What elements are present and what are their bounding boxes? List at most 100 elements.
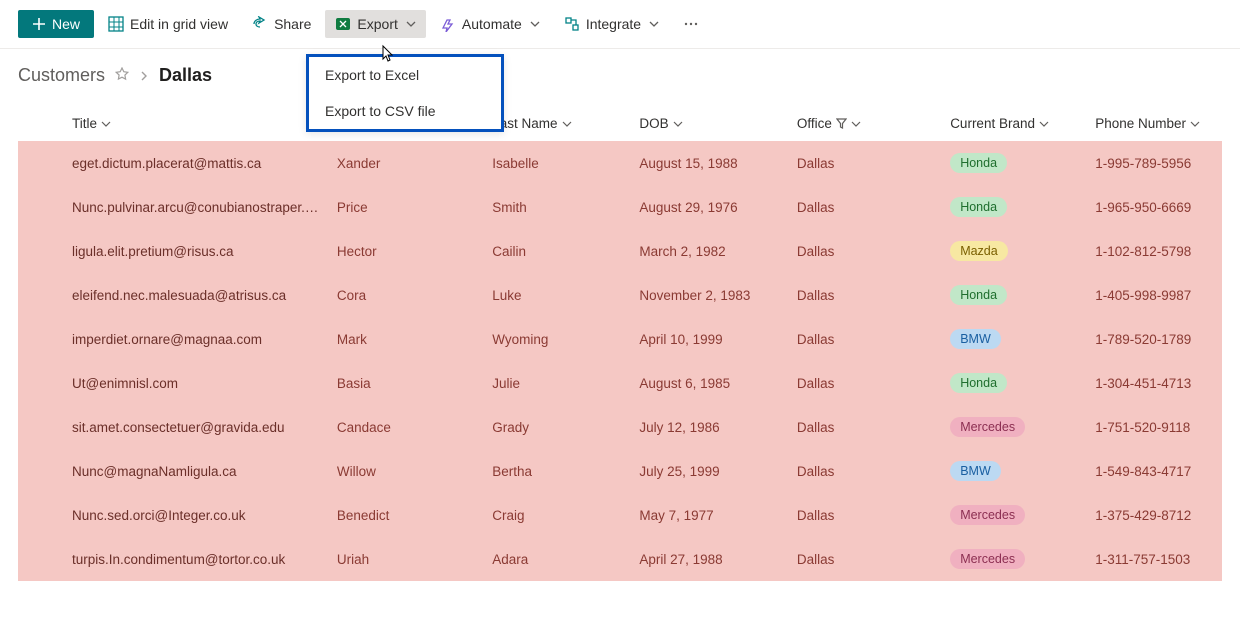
cell-dob: April 10, 1999 <box>631 317 788 361</box>
cell-dob: April 27, 1988 <box>631 537 788 581</box>
plus-icon <box>32 17 46 31</box>
cell-title[interactable]: turpis.In.condimentum@tortor.co.uk <box>18 537 329 581</box>
chevron-down-icon <box>1190 119 1200 129</box>
integrate-label: Integrate <box>586 16 641 32</box>
cell-office: Dallas <box>789 449 942 493</box>
cell-brand: BMW <box>942 449 1087 493</box>
cell-brand: Honda <box>942 141 1087 185</box>
table-row[interactable]: eleifend.nec.malesuada@atrisus.caCoraLuk… <box>18 273 1222 317</box>
chevron-down-icon <box>1039 119 1049 129</box>
chevron-down-icon <box>562 119 572 129</box>
column-header-office[interactable]: Office <box>797 116 861 131</box>
excel-icon <box>335 16 351 32</box>
filter-icon <box>836 118 847 129</box>
cell-phone: 1-311-757-1503 <box>1087 537 1222 581</box>
column-header-brand[interactable]: Current Brand <box>950 116 1049 131</box>
cell-dob: August 29, 1976 <box>631 185 788 229</box>
cell-title[interactable]: eleifend.nec.malesuada@atrisus.ca <box>18 273 329 317</box>
cell-first-name: Hector <box>329 229 484 273</box>
cell-title[interactable]: ligula.elit.pretium@risus.ca <box>18 229 329 273</box>
cell-title[interactable]: eget.dictum.placerat@mattis.ca <box>18 141 329 185</box>
cell-brand: BMW <box>942 317 1087 361</box>
edit-grid-button[interactable]: Edit in grid view <box>98 10 238 38</box>
cell-last-name: Cailin <box>484 229 631 273</box>
brand-pill: Mercedes <box>950 549 1025 569</box>
table-row[interactable]: Nunc@magnaNamligula.caWillowBerthaJuly 2… <box>18 449 1222 493</box>
chevron-down-icon <box>530 19 540 29</box>
cell-first-name: Uriah <box>329 537 484 581</box>
cell-dob: August 6, 1985 <box>631 361 788 405</box>
integrate-icon <box>564 16 580 32</box>
cell-title[interactable]: Nunc@magnaNamligula.ca <box>18 449 329 493</box>
ellipsis-icon <box>683 16 699 32</box>
cell-first-name: Mark <box>329 317 484 361</box>
column-header-dob[interactable]: DOB <box>639 116 682 131</box>
new-button-label: New <box>52 16 80 32</box>
export-dropdown: Export to Excel Export to CSV file <box>306 54 504 132</box>
table-row[interactable]: ligula.elit.pretium@risus.caHectorCailin… <box>18 229 1222 273</box>
cell-brand: Mercedes <box>942 537 1087 581</box>
integrate-button[interactable]: Integrate <box>554 10 669 38</box>
chevron-down-icon <box>406 19 416 29</box>
chevron-down-icon <box>673 119 683 129</box>
table-row[interactable]: Ut@enimnisl.comBasiaJulieAugust 6, 1985D… <box>18 361 1222 405</box>
cell-brand: Honda <box>942 185 1087 229</box>
table-row[interactable]: imperdiet.ornare@magnaa.comMarkWyomingAp… <box>18 317 1222 361</box>
breadcrumb-root[interactable]: Customers <box>18 65 105 86</box>
cell-office: Dallas <box>789 185 942 229</box>
export-csv-item[interactable]: Export to CSV file <box>309 93 501 129</box>
cell-dob: March 2, 1982 <box>631 229 788 273</box>
cell-first-name: Willow <box>329 449 484 493</box>
cell-phone: 1-965-950-6669 <box>1087 185 1222 229</box>
table-row[interactable]: turpis.In.condimentum@tortor.co.ukUriahA… <box>18 537 1222 581</box>
cell-office: Dallas <box>789 273 942 317</box>
cell-brand: Mazda <box>942 229 1087 273</box>
table-row[interactable]: Nunc.sed.orci@Integer.co.ukBenedictCraig… <box>18 493 1222 537</box>
automate-button[interactable]: Automate <box>430 10 550 38</box>
brand-pill: Honda <box>950 285 1007 305</box>
brand-pill: Honda <box>950 197 1007 217</box>
table-row[interactable]: eget.dictum.placerat@mattis.caXanderIsab… <box>18 141 1222 185</box>
cell-phone: 1-789-520-1789 <box>1087 317 1222 361</box>
cell-title[interactable]: imperdiet.ornare@magnaa.com <box>18 317 329 361</box>
cell-phone: 1-375-429-8712 <box>1087 493 1222 537</box>
cell-title[interactable]: Nunc.sed.orci@Integer.co.uk <box>18 493 329 537</box>
new-button[interactable]: New <box>18 10 94 38</box>
cell-last-name: Isabelle <box>484 141 631 185</box>
cell-brand: Honda <box>942 273 1087 317</box>
cell-office: Dallas <box>789 141 942 185</box>
automate-label: Automate <box>462 16 522 32</box>
brand-pill: BMW <box>950 329 1001 349</box>
export-excel-item[interactable]: Export to Excel <box>309 57 501 93</box>
cell-dob: July 25, 1999 <box>631 449 788 493</box>
column-header-phone[interactable]: Phone Number <box>1095 116 1200 131</box>
cell-office: Dallas <box>789 229 942 273</box>
table-row[interactable]: Nunc.pulvinar.arcu@conubianostraper.eduP… <box>18 185 1222 229</box>
cell-last-name: Wyoming <box>484 317 631 361</box>
cell-office: Dallas <box>789 361 942 405</box>
star-icon[interactable] <box>115 67 129 84</box>
cell-first-name: Benedict <box>329 493 484 537</box>
cell-last-name: Adara <box>484 537 631 581</box>
column-header-title[interactable]: Title <box>72 116 111 131</box>
cell-last-name: Luke <box>484 273 631 317</box>
export-button[interactable]: Export <box>325 10 425 38</box>
export-label: Export <box>357 16 397 32</box>
edit-grid-label: Edit in grid view <box>130 16 228 32</box>
more-button[interactable] <box>673 10 709 38</box>
cell-office: Dallas <box>789 537 942 581</box>
table-row[interactable]: sit.amet.consectetuer@gravida.eduCandace… <box>18 405 1222 449</box>
cell-phone: 1-304-451-4713 <box>1087 361 1222 405</box>
brand-pill: Honda <box>950 153 1007 173</box>
customers-table: Title First Name Last Name DOB Office Cu… <box>18 106 1222 581</box>
column-header-last-name[interactable]: Last Name <box>492 116 571 131</box>
share-button[interactable]: Share <box>242 10 321 38</box>
cell-title[interactable]: Nunc.pulvinar.arcu@conubianostraper.edu <box>18 185 329 229</box>
cell-office: Dallas <box>789 405 942 449</box>
chevron-down-icon <box>649 19 659 29</box>
cell-title[interactable]: Ut@enimnisl.com <box>18 361 329 405</box>
brand-pill: Mercedes <box>950 417 1025 437</box>
brand-pill: Mazda <box>950 241 1008 261</box>
cell-dob: May 7, 1977 <box>631 493 788 537</box>
cell-title[interactable]: sit.amet.consectetuer@gravida.edu <box>18 405 329 449</box>
